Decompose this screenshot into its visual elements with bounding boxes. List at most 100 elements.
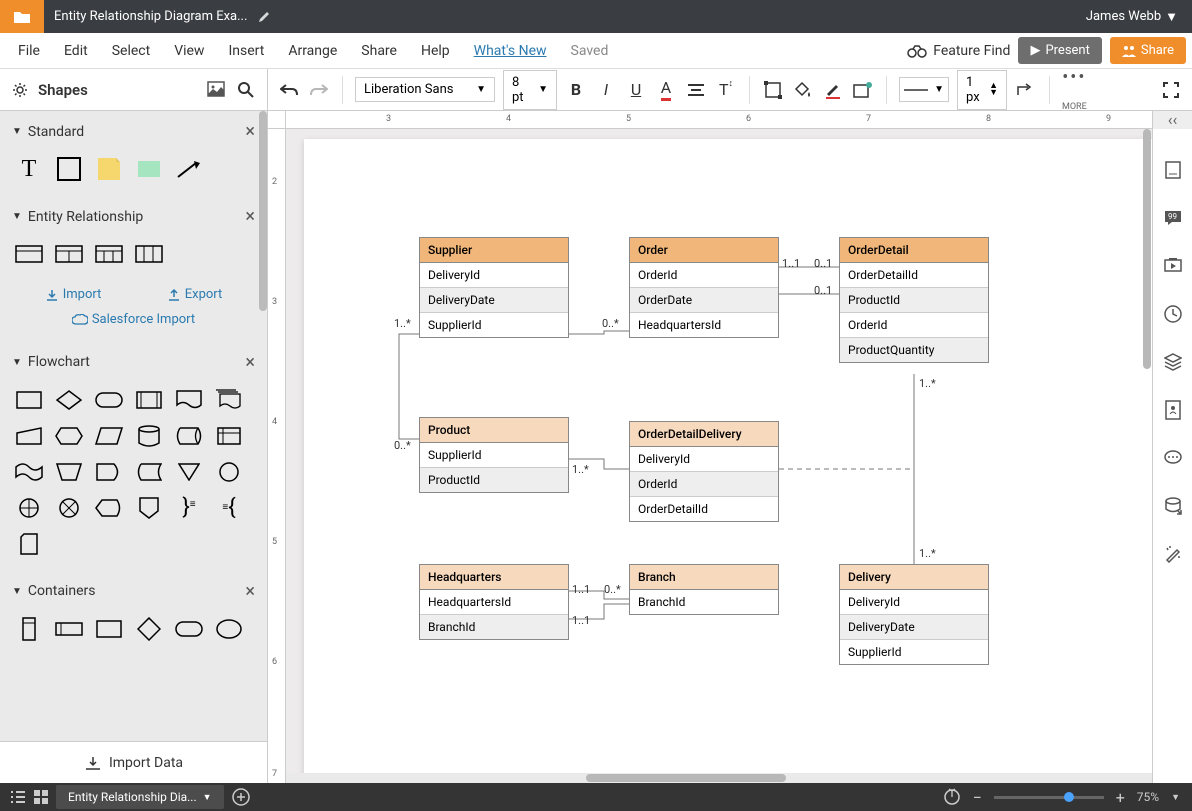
import-data-button[interactable]: Import Data [0,741,268,783]
fc-decision[interactable] [54,387,84,413]
pencil-icon[interactable] [257,10,271,24]
bold-button[interactable]: B [565,79,587,101]
line-shape[interactable] [174,156,204,182]
hotspot-shape[interactable] [134,156,164,182]
gear-icon[interactable] [12,82,28,98]
note-shape[interactable] [94,156,124,182]
shape-outline-button[interactable] [762,79,784,101]
comment-icon[interactable]: 99 [1162,207,1184,229]
redo-button[interactable] [308,79,330,101]
text-options-button[interactable]: T↕ [715,79,737,101]
magic-icon[interactable] [1162,543,1184,565]
fc-internal-storage[interactable] [214,423,244,449]
image-icon[interactable] [207,81,225,97]
menu-insert[interactable]: Insert [216,37,276,65]
er-shape-2[interactable] [54,241,84,267]
shape-options-button[interactable] [852,79,874,101]
fc-display[interactable] [94,495,124,521]
er-shape-1[interactable] [14,241,44,267]
undo-button[interactable] [278,79,300,101]
cont-rect[interactable] [94,616,124,642]
page[interactable]: Supplier DeliveryId DeliveryDate Supplie… [304,139,1152,779]
panel-containers-header[interactable]: ▼ Containers × [0,571,267,612]
line-options-button[interactable] [1015,79,1037,101]
italic-button[interactable]: I [595,79,617,101]
cont-swimlane-v[interactable] [14,616,44,642]
page-tab[interactable]: Entity Relationship Dia... ▼ [56,785,224,809]
cont-diamond[interactable] [134,616,164,642]
cont-circle[interactable] [214,616,244,642]
page-icon[interactable] [1162,159,1184,181]
canvas[interactable]: Supplier DeliveryId DeliveryDate Supplie… [286,129,1152,783]
entity-supplier[interactable]: Supplier DeliveryId DeliveryDate Supplie… [419,237,569,338]
user-menu[interactable]: James Webb ▼ [1086,9,1192,25]
more-button[interactable]: ••• MORE [1062,67,1087,112]
chat-icon[interactable] [1162,447,1184,469]
entity-branch[interactable]: Branch BranchId [629,564,779,615]
panel-standard-header[interactable]: ▼ Standard × [0,111,267,152]
block-shape[interactable] [54,156,84,182]
ruler-horizontal[interactable]: 3 4 5 6 7 8 9 [286,111,1152,129]
close-icon[interactable]: × [245,121,255,142]
feature-find[interactable]: Feature Find [907,43,1010,59]
history-icon[interactable] [1162,303,1184,325]
align-button[interactable] [685,79,707,101]
h-scrollbar[interactable] [286,773,1152,783]
close-icon[interactable]: × [245,581,255,602]
menu-view[interactable]: View [162,37,216,65]
fc-brace-left[interactable]: ≡{ [214,495,244,521]
zoom-slider[interactable] [994,796,1104,799]
layers-icon[interactable] [1162,351,1184,373]
fc-merge[interactable] [174,459,204,485]
entity-product[interactable]: Product SupplierId ProductId [419,417,569,493]
menu-help[interactable]: Help [409,37,462,65]
panel-flowchart-header[interactable]: ▼ Flowchart × [0,342,267,383]
er-shape-3[interactable] [94,241,124,267]
master-icon[interactable] [1162,399,1184,421]
zoom-level[interactable]: 75% [1137,790,1159,804]
line-style-select[interactable]: ▼ [899,77,949,102]
menu-file[interactable]: File [6,37,52,65]
line-width-select[interactable]: 1 px▲▼ [957,70,1007,110]
fill-button[interactable] [792,79,814,101]
cont-pill[interactable] [174,616,204,642]
fc-paper-tape[interactable] [14,459,44,485]
text-shape[interactable]: T [14,156,44,182]
search-icon[interactable] [237,81,255,99]
fc-direct-data[interactable] [174,423,204,449]
fc-delay[interactable] [94,459,124,485]
fc-multidoc[interactable] [214,387,244,413]
fc-stored-data[interactable] [134,459,164,485]
fc-process[interactable] [14,387,44,413]
sidebar-scrollbar[interactable] [259,111,267,311]
fc-terminator[interactable] [94,387,124,413]
fc-manual-op[interactable] [54,459,84,485]
data-icon[interactable] [1162,495,1184,517]
list-icon[interactable] [10,790,26,804]
zoom-in-button[interactable]: + [1116,788,1125,807]
fc-summing[interactable] [54,495,84,521]
fc-or[interactable] [14,495,44,521]
fc-database[interactable] [134,423,164,449]
fc-data[interactable] [94,423,124,449]
font-size-select[interactable]: 8 pt▼ [503,70,557,110]
zoom-out-button[interactable]: − [973,788,982,807]
text-color-button[interactable]: A [655,79,677,101]
menu-select[interactable]: Select [100,37,162,65]
fc-preparation[interactable] [54,423,84,449]
font-select[interactable]: Liberation Sans▼ [355,77,495,102]
fc-off-page[interactable] [134,495,164,521]
fc-document[interactable] [174,387,204,413]
fc-predefined[interactable] [134,387,164,413]
share-button[interactable]: Share [1110,37,1186,64]
panel-er-header[interactable]: ▼ Entity Relationship × [0,196,267,237]
line-color-button[interactable] [822,79,844,101]
sync-icon[interactable] [943,788,961,806]
v-scrollbar[interactable] [1142,129,1152,429]
er-import-link[interactable]: Import [45,287,102,302]
entity-orderdetail[interactable]: OrderDetail OrderDetailId ProductId Orde… [839,237,989,363]
menu-arrange[interactable]: Arrange [276,37,349,65]
fc-brace-right[interactable]: }≡ [174,495,204,521]
presentation-icon[interactable] [1162,255,1184,277]
er-export-link[interactable]: Export [167,287,223,302]
